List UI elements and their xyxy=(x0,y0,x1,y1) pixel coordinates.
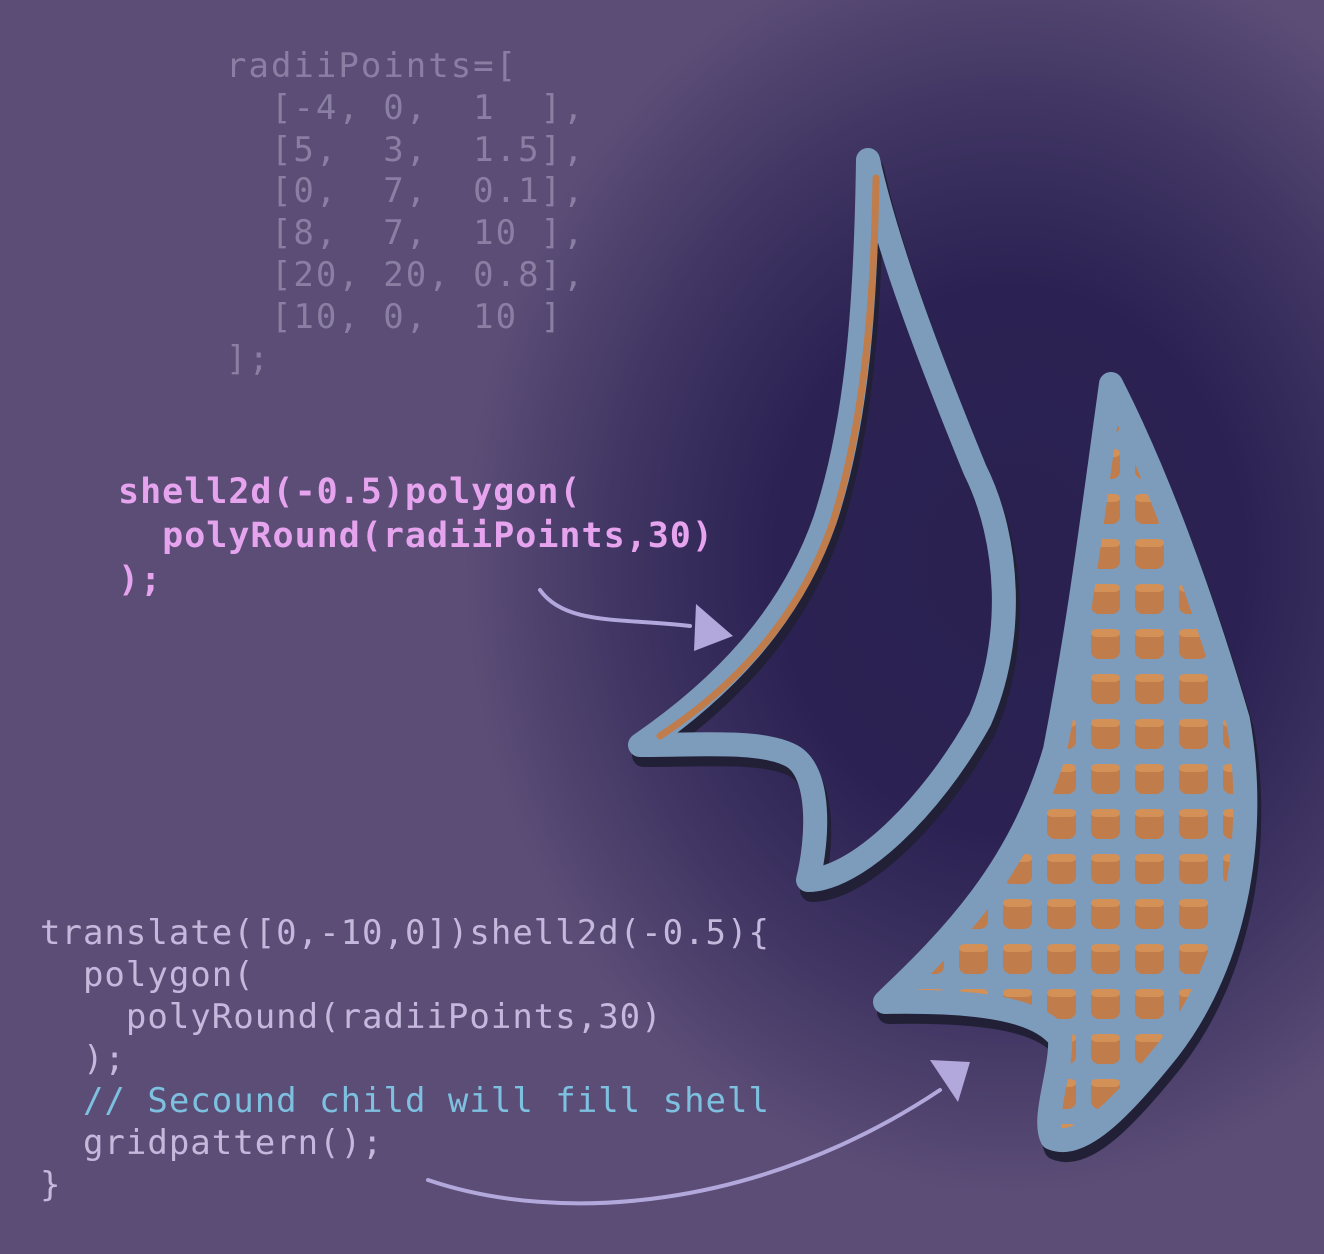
shell-shape-grid xyxy=(873,372,1262,1162)
code-line: translate([0,-10,0])shell2d(-0.5){ xyxy=(40,913,770,953)
code-line: [5, 3, 1.5], xyxy=(226,129,586,170)
code-comment: // Secound child will fill shell xyxy=(40,1081,770,1121)
code-line: [-4, 0, 1 ], xyxy=(226,87,586,128)
code-line: ); xyxy=(40,1039,126,1079)
code-line: polyRound(radiiPoints,30) xyxy=(40,997,663,1037)
code-line: gridpattern(); xyxy=(40,1123,384,1163)
translate-shell-code: translate([0,-10,0])shell2d(-0.5){ polyg… xyxy=(40,912,770,1206)
code-line: } xyxy=(40,1165,62,1205)
radii-points-code: radiiPoints=[ [-4, 0, 1 ], [5, 3, 1.5], … xyxy=(226,46,586,380)
code-line: ]; xyxy=(226,338,271,379)
code-line: polyRound(radiiPoints,30) xyxy=(118,516,714,556)
code-line: polygon( xyxy=(40,955,255,995)
code-line: [8, 7, 10 ], xyxy=(226,213,586,254)
code-line: [0, 7, 0.1], xyxy=(226,171,586,212)
code-line: shell2d(-0.5)polygon( xyxy=(118,472,582,512)
code-line: ); xyxy=(118,560,163,600)
illustration-canvas: radiiPoints=[ [-4, 0, 1 ], [5, 3, 1.5], … xyxy=(0,0,1324,1254)
code-line: [10, 0, 10 ] xyxy=(226,296,564,337)
code-line: [20, 20, 0.8], xyxy=(226,254,586,295)
shell-polygon-code: shell2d(-0.5)polygon( polyRound(radiiPoi… xyxy=(118,470,714,602)
code-line: radiiPoints=[ xyxy=(226,46,519,86)
